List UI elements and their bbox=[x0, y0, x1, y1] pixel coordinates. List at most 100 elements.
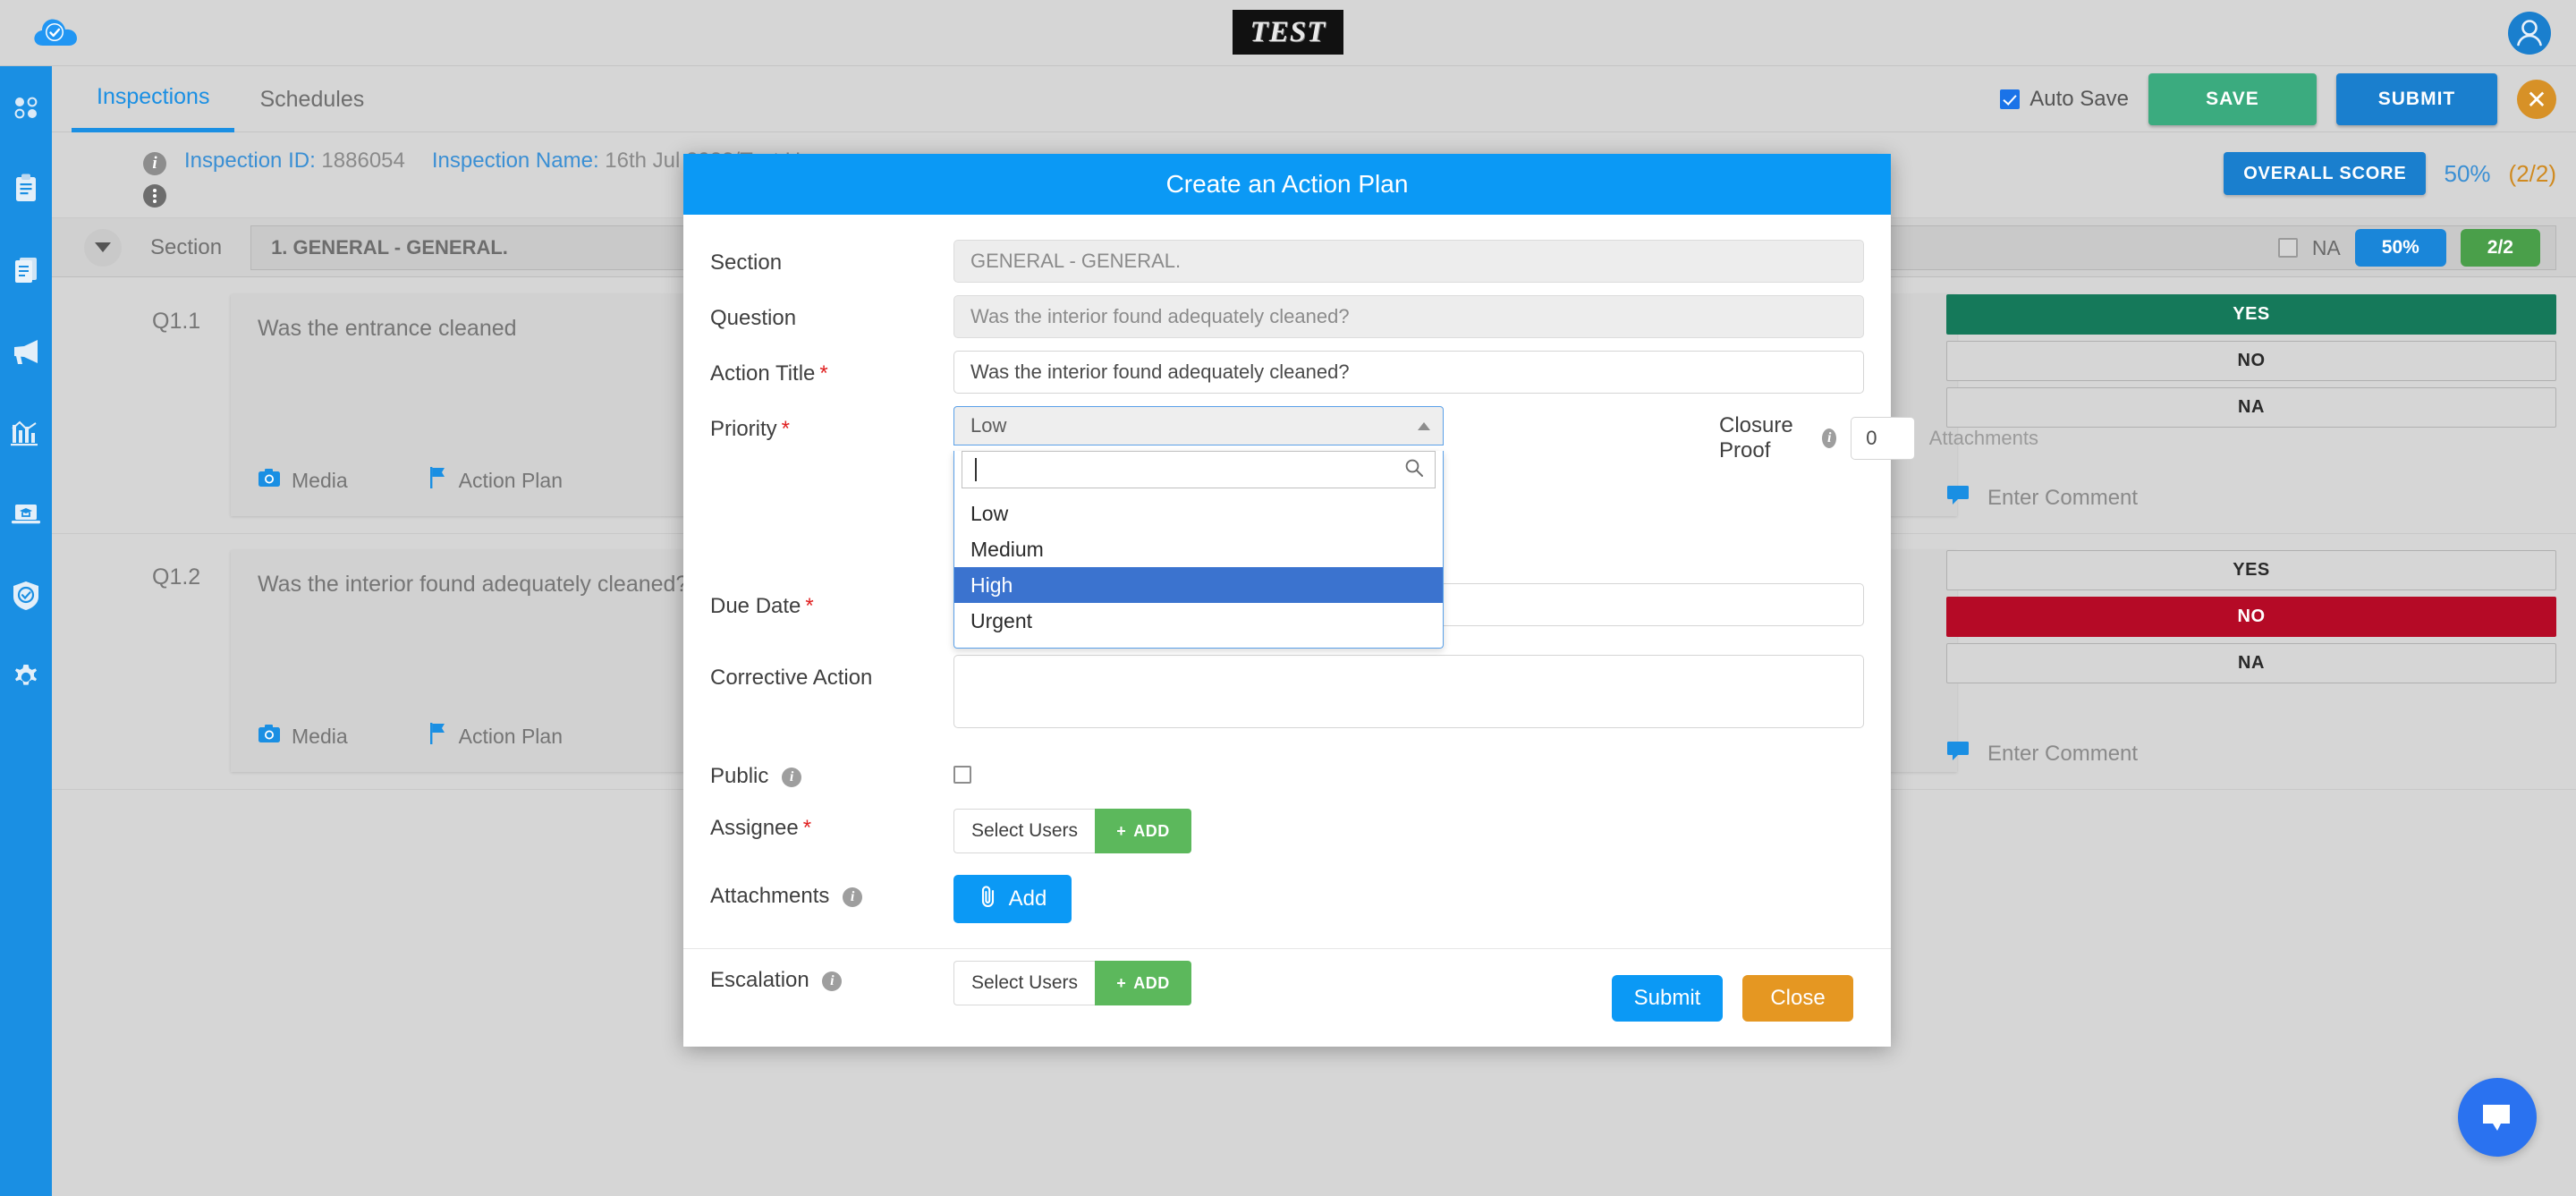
more-options-icon[interactable] bbox=[143, 184, 166, 208]
priority-option-high[interactable]: High bbox=[954, 567, 1443, 603]
comment-row[interactable]: Enter Comment bbox=[1946, 484, 2556, 512]
overall-score-button[interactable]: OVERALL SCORE bbox=[2224, 152, 2427, 195]
closure-proof-input[interactable]: 0 bbox=[1851, 417, 1915, 460]
question-text: Was the interior found adequately cleane… bbox=[258, 572, 689, 597]
assignee-label-text: Assignee bbox=[710, 816, 799, 840]
inspection-id-value: 1886054 bbox=[321, 148, 405, 173]
sidebar-item-compliance[interactable] bbox=[0, 555, 52, 636]
auto-save-toggle[interactable]: Auto Save bbox=[2000, 87, 2129, 112]
bar-chart-icon bbox=[9, 418, 43, 448]
comment-row[interactable]: Enter Comment bbox=[1946, 740, 2556, 768]
action-plan-label: Action Plan bbox=[458, 724, 564, 748]
priority-selected-value: Low bbox=[970, 414, 1007, 437]
chevron-down-icon[interactable] bbox=[84, 228, 122, 267]
sidebar-item-documents[interactable] bbox=[0, 229, 52, 310]
tab-schedules[interactable]: Schedules bbox=[234, 66, 389, 132]
due-date-label-text: Due Date bbox=[710, 594, 801, 618]
close-x-icon[interactable]: ✕ bbox=[2517, 80, 2556, 119]
graduation-laptop-icon bbox=[8, 500, 44, 529]
submit-button[interactable]: SUBMIT bbox=[2336, 73, 2497, 125]
priority-label-text: Priority bbox=[710, 417, 777, 441]
modal-body: Section GENERAL - GENERAL. Question Was … bbox=[683, 215, 2038, 1005]
modal-submit-button[interactable]: Submit bbox=[1612, 974, 1723, 1022]
media-label: Media bbox=[292, 468, 348, 492]
priority-option-low[interactable]: Low bbox=[954, 496, 1443, 531]
assignee-add-label: ADD bbox=[1133, 821, 1170, 840]
nav-tabs: Inspections Schedules bbox=[72, 66, 389, 132]
answer-yes[interactable]: YES bbox=[1946, 294, 2556, 335]
priority-select-header[interactable]: Low bbox=[953, 406, 1444, 445]
priority-search-input[interactable] bbox=[962, 451, 1436, 488]
priority-option-urgent[interactable]: Urgent bbox=[954, 603, 1443, 639]
camera-icon bbox=[258, 468, 281, 493]
info-icon[interactable]: i bbox=[843, 886, 863, 907]
section-na-checkbox[interactable] bbox=[2277, 238, 2298, 258]
sidebar-item-inspections[interactable] bbox=[0, 148, 52, 229]
field-attachments: Attachments i Add bbox=[710, 873, 1864, 923]
camera-icon bbox=[258, 724, 281, 749]
chat-bubble-icon[interactable] bbox=[2458, 1078, 2537, 1157]
field-action-title: Action Title * Was the interior found ade… bbox=[710, 351, 1864, 394]
media-button[interactable]: Media bbox=[258, 468, 348, 493]
corrective-action-input[interactable] bbox=[953, 655, 1864, 728]
left-rail bbox=[0, 66, 52, 1196]
assignee-select-users-button[interactable]: Select Users bbox=[953, 809, 1095, 853]
media-button[interactable]: Media bbox=[258, 724, 348, 749]
tab-inspections[interactable]: Inspections bbox=[72, 66, 235, 132]
public-checkbox[interactable] bbox=[953, 766, 971, 784]
inspection-id: Inspection ID: 1886054 bbox=[184, 148, 405, 174]
required-marker: * bbox=[805, 594, 814, 618]
question-field-label: Question bbox=[710, 306, 797, 330]
field-question: Question Was the interior found adequate… bbox=[710, 295, 1864, 338]
priority-select[interactable]: Low Low Medium High Urgent bbox=[953, 406, 1444, 649]
sidebar-item-settings[interactable] bbox=[0, 636, 52, 717]
text-cursor bbox=[975, 458, 977, 481]
user-avatar-icon[interactable] bbox=[2503, 6, 2556, 60]
question-field-value: Was the interior found adequately cleane… bbox=[953, 295, 1864, 338]
question-actions: Media Action Plan bbox=[258, 722, 563, 751]
info-icon[interactable]: i bbox=[1822, 428, 1837, 448]
section-field-value: GENERAL - GENERAL. bbox=[953, 240, 1864, 283]
closure-proof-label-text: Closure Proof bbox=[1719, 413, 1793, 462]
sidebar-item-analytics[interactable] bbox=[0, 392, 52, 473]
action-plan-button[interactable]: Action Plan bbox=[428, 722, 563, 751]
inspection-id-label: Inspection ID: bbox=[184, 148, 316, 173]
answer-yes[interactable]: YES bbox=[1946, 550, 2556, 590]
test-logo: TEST bbox=[1233, 10, 1343, 55]
chevron-up-icon bbox=[1418, 421, 1430, 430]
attachments-add-button[interactable]: Add bbox=[953, 875, 1072, 923]
assignee-add-button[interactable]: + ADD bbox=[1095, 809, 1191, 853]
info-icon[interactable]: i bbox=[143, 152, 166, 175]
attachments-label-text: Attachments bbox=[710, 884, 830, 908]
sidebar-item-apps[interactable] bbox=[0, 66, 52, 148]
cloud-check-icon[interactable] bbox=[30, 8, 80, 58]
modal-close-button[interactable]: Close bbox=[1742, 974, 1853, 1022]
answer-no[interactable]: NO bbox=[1946, 597, 2556, 637]
save-button[interactable]: SAVE bbox=[2148, 73, 2317, 125]
document-icon bbox=[9, 253, 43, 287]
action-title-text: Action Title bbox=[710, 361, 816, 386]
section-label: Section bbox=[150, 234, 223, 259]
assignee-label: Assignee * bbox=[710, 805, 953, 841]
action-plan-button[interactable]: Action Plan bbox=[428, 466, 563, 495]
dots-grid-icon bbox=[10, 91, 42, 123]
inspection-name-label: Inspection Name: bbox=[431, 148, 599, 173]
section-field-label: Section bbox=[710, 250, 783, 275]
sidebar-item-announcements[interactable] bbox=[0, 310, 52, 392]
auto-save-checkbox[interactable] bbox=[2000, 89, 2021, 109]
answer-no[interactable]: NO bbox=[1946, 341, 2556, 381]
action-title-label: Action Title * bbox=[710, 351, 953, 386]
info-icon[interactable]: i bbox=[782, 767, 802, 787]
action-plan-label: Action Plan bbox=[458, 468, 564, 492]
megaphone-icon bbox=[8, 337, 44, 366]
question-actions: Media Action Plan bbox=[258, 466, 563, 495]
comment-placeholder: Enter Comment bbox=[1987, 485, 2139, 510]
priority-option-medium[interactable]: Medium bbox=[954, 531, 1443, 567]
flag-icon bbox=[428, 722, 448, 751]
nav-bar: Inspections Schedules Auto Save SAVE SUB… bbox=[52, 66, 2576, 132]
action-title-input[interactable]: Was the interior found adequately cleane… bbox=[953, 351, 1864, 394]
section-score-group: NA 50% 2/2 bbox=[2277, 229, 2540, 267]
sidebar-item-training[interactable] bbox=[0, 473, 52, 555]
answer-na[interactable]: NA bbox=[1946, 643, 2556, 683]
question-number: Q1.1 bbox=[152, 309, 201, 334]
